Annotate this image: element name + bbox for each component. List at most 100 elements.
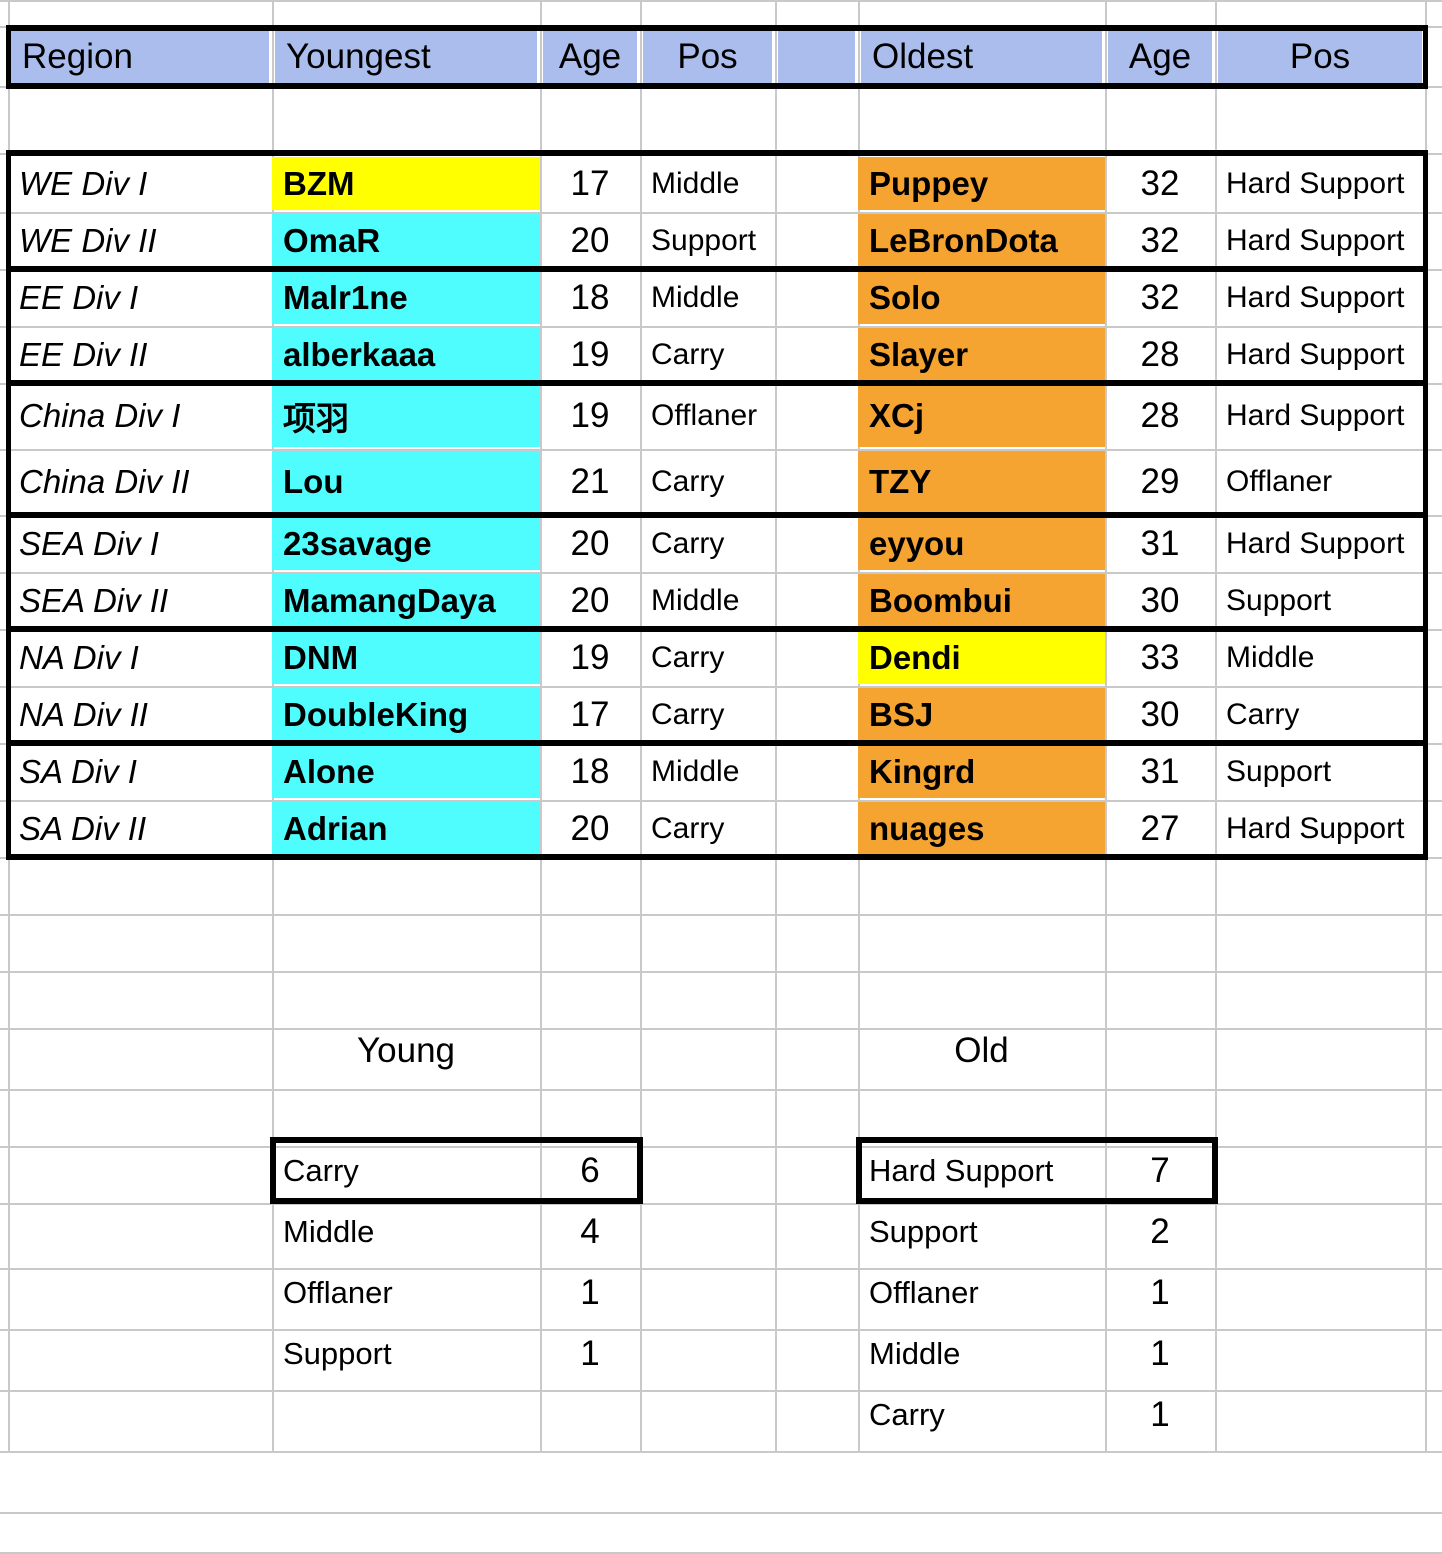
cell-region[interactable]: China Div I: [8, 383, 272, 449]
cell-youngest-name[interactable]: 项羽: [272, 385, 540, 447]
cell-region[interactable]: NA Div I: [8, 629, 272, 686]
cell-oldest-age[interactable]: 32: [1105, 269, 1215, 326]
summary-old-value[interactable]: 1: [1105, 1384, 1215, 1445]
cell-youngest-pos[interactable]: Carry: [640, 515, 775, 572]
header-cell-youngest[interactable]: Youngest: [275, 31, 537, 83]
summary-old-value[interactable]: 1: [1105, 1262, 1215, 1323]
cell-oldest-name[interactable]: Solo: [858, 271, 1105, 324]
cell-youngest-age[interactable]: 20: [540, 212, 640, 269]
cell-region[interactable]: EE Div II: [8, 326, 272, 383]
cell-youngest-pos[interactable]: Middle: [640, 155, 775, 212]
summary-old-label[interactable]: Hard Support: [858, 1140, 1105, 1201]
cell-oldest-name[interactable]: eyyou: [858, 517, 1105, 570]
cell-region[interactable]: SA Div I: [8, 743, 272, 800]
summary-old-label[interactable]: Offlaner: [858, 1262, 1105, 1323]
cell-oldest-pos[interactable]: Hard Support: [1215, 212, 1425, 269]
cell-oldest-name[interactable]: BSJ: [858, 688, 1105, 741]
cell-spacer[interactable]: [775, 212, 858, 269]
spreadsheet-canvas[interactable]: Region Youngest Age Pos Oldest Age Pos WE Div I…: [0, 0, 1442, 1554]
cell-youngest-name[interactable]: Lou: [272, 451, 540, 513]
cell-oldest-name[interactable]: Puppey: [858, 157, 1105, 210]
header-cell-pos_old[interactable]: Pos: [1218, 31, 1422, 83]
cell-youngest-pos[interactable]: Middle: [640, 743, 775, 800]
cell-oldest-pos[interactable]: Hard Support: [1215, 326, 1425, 383]
summary-old-label[interactable]: Support: [858, 1201, 1105, 1262]
summary-old-value[interactable]: 2: [1105, 1201, 1215, 1262]
cell-region[interactable]: NA Div II: [8, 686, 272, 743]
cell-youngest-name[interactable]: MamangDaya: [272, 574, 540, 627]
cell-youngest-age[interactable]: 21: [540, 449, 640, 515]
cell-youngest-pos[interactable]: Carry: [640, 686, 775, 743]
summary-young-label[interactable]: Support: [272, 1323, 540, 1384]
cell-oldest-name[interactable]: Boombui: [858, 574, 1105, 627]
header-cell-age_young[interactable]: Age: [543, 31, 637, 83]
cell-youngest-age[interactable]: 19: [540, 629, 640, 686]
cell-spacer[interactable]: [775, 686, 858, 743]
cell-oldest-age[interactable]: 31: [1105, 515, 1215, 572]
cell-youngest-name[interactable]: 23savage: [272, 517, 540, 570]
cell-oldest-age[interactable]: 28: [1105, 326, 1215, 383]
header-cell-age_old[interactable]: Age: [1108, 31, 1212, 83]
cell-oldest-age[interactable]: 29: [1105, 449, 1215, 515]
cell-region[interactable]: China Div II: [8, 449, 272, 515]
cell-oldest-name[interactable]: Dendi: [858, 631, 1105, 684]
cell-youngest-age[interactable]: 19: [540, 383, 640, 449]
cell-oldest-name[interactable]: nuages: [858, 802, 1105, 855]
summary-old-value[interactable]: 7: [1105, 1140, 1215, 1201]
cell-youngest-age[interactable]: 18: [540, 743, 640, 800]
cell-spacer[interactable]: [775, 383, 858, 449]
cell-region[interactable]: SA Div II: [8, 800, 272, 857]
cell-region[interactable]: SEA Div II: [8, 572, 272, 629]
cell-youngest-name[interactable]: OmaR: [272, 214, 540, 267]
cell-spacer[interactable]: [775, 326, 858, 383]
cell-region[interactable]: WE Div I: [8, 155, 272, 212]
cell-oldest-pos[interactable]: Middle: [1215, 629, 1425, 686]
cell-spacer[interactable]: [775, 629, 858, 686]
cell-youngest-age[interactable]: 20: [540, 572, 640, 629]
cell-youngest-name[interactable]: BZM: [272, 157, 540, 210]
summary-young-label[interactable]: Carry: [272, 1140, 540, 1201]
cell-oldest-name[interactable]: Kingrd: [858, 745, 1105, 798]
summary-young-label[interactable]: Offlaner: [272, 1262, 540, 1323]
cell-oldest-name[interactable]: LeBronDota: [858, 214, 1105, 267]
cell-oldest-age[interactable]: 31: [1105, 743, 1215, 800]
cell-oldest-age[interactable]: 30: [1105, 686, 1215, 743]
cell-youngest-name[interactable]: DoubleKing: [272, 688, 540, 741]
cell-spacer[interactable]: [775, 269, 858, 326]
cell-spacer[interactable]: [775, 572, 858, 629]
summary-old-label[interactable]: Carry: [858, 1384, 1105, 1445]
cell-youngest-pos[interactable]: Support: [640, 212, 775, 269]
cell-region[interactable]: SEA Div I: [8, 515, 272, 572]
header-cell-spacer[interactable]: [778, 31, 855, 83]
cell-youngest-pos[interactable]: Carry: [640, 449, 775, 515]
cell-oldest-age[interactable]: 32: [1105, 212, 1215, 269]
summary-young-value[interactable]: 1: [540, 1262, 640, 1323]
cell-region[interactable]: WE Div II: [8, 212, 272, 269]
header-cell-oldest[interactable]: Oldest: [861, 31, 1102, 83]
cell-youngest-name[interactable]: DNM: [272, 631, 540, 684]
cell-youngest-age[interactable]: 17: [540, 155, 640, 212]
cell-oldest-age[interactable]: 30: [1105, 572, 1215, 629]
summary-young-value[interactable]: 6: [540, 1140, 640, 1201]
cell-youngest-pos[interactable]: Carry: [640, 800, 775, 857]
cell-spacer[interactable]: [775, 515, 858, 572]
cell-oldest-age[interactable]: 28: [1105, 383, 1215, 449]
cell-spacer[interactable]: [775, 800, 858, 857]
cell-oldest-pos[interactable]: Hard Support: [1215, 155, 1425, 212]
cell-youngest-pos[interactable]: Offlaner: [640, 383, 775, 449]
cell-youngest-pos[interactable]: Middle: [640, 572, 775, 629]
cell-oldest-pos[interactable]: Carry: [1215, 686, 1425, 743]
cell-youngest-pos[interactable]: Middle: [640, 269, 775, 326]
cell-youngest-pos[interactable]: Carry: [640, 326, 775, 383]
cell-oldest-pos[interactable]: Hard Support: [1215, 383, 1425, 449]
cell-spacer[interactable]: [775, 449, 858, 515]
cell-youngest-name[interactable]: Adrian: [272, 802, 540, 855]
cell-oldest-pos[interactable]: Offlaner: [1215, 449, 1425, 515]
summary-old-label[interactable]: Middle: [858, 1323, 1105, 1384]
cell-oldest-age[interactable]: 32: [1105, 155, 1215, 212]
cell-spacer[interactable]: [775, 743, 858, 800]
cell-oldest-pos[interactable]: Hard Support: [1215, 269, 1425, 326]
summary-old-value[interactable]: 1: [1105, 1323, 1215, 1384]
cell-oldest-pos[interactable]: Support: [1215, 743, 1425, 800]
cell-youngest-age[interactable]: 20: [540, 515, 640, 572]
